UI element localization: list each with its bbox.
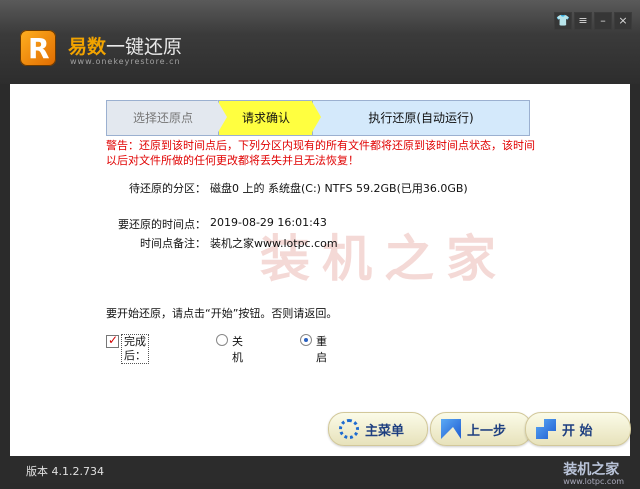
app-window: R 易数一键还原 www.onekeyrestore.cn 👕 ≡ – × 装机…	[0, 0, 640, 489]
radio-restart-label[interactable]: 重启	[316, 333, 327, 365]
minimize-icon[interactable]: –	[594, 12, 612, 30]
previous-label: 上一步	[467, 423, 507, 439]
step-arrow	[311, 100, 321, 134]
note-value: 装机之家www.lotpc.com	[210, 237, 338, 250]
menu-icon[interactable]: ≡	[574, 12, 592, 30]
main-menu-button[interactable]: 主菜单	[328, 412, 428, 446]
main-content: 装机之家 选择还原点 请求确认 执行还原(自动运行) 警告：还原到该时间点后，下…	[10, 84, 631, 456]
radio-shutdown-label[interactable]: 关机	[232, 333, 243, 365]
check-icon: ✓	[108, 333, 119, 347]
main-menu-label: 主菜单	[365, 423, 405, 439]
step-progress: 选择还原点 请求确认 执行还原(自动运行)	[106, 100, 530, 136]
warning-text: 警告：还原到该时间点后，下列分区内现有的所有文件都将还原到该时间点状态，该时间以…	[106, 139, 535, 167]
step-arrow	[217, 100, 227, 134]
app-logo: R	[20, 30, 56, 66]
title-bar: R 易数一键还原 www.onekeyrestore.cn 👕 ≡ – ×	[0, 0, 640, 84]
start-button[interactable]: 开 始	[525, 412, 631, 446]
app-title-highlight: 易数	[68, 36, 107, 58]
start-label: 开 始	[562, 423, 593, 439]
step-execute-restore: 执行还原(自动运行)	[312, 100, 530, 136]
logo-letter: R	[28, 32, 50, 65]
app-title: 易数一键还原	[68, 32, 182, 59]
completion-label[interactable]: 完成后：	[121, 334, 149, 364]
partition-value: 磁盘0 上的 系统盘(C:) NTFS 59.2GB(已用36.0GB)	[210, 182, 468, 195]
corner-watermark-text: 装机之家	[563, 462, 620, 478]
app-title-rest: 一键还原	[106, 36, 183, 58]
time-value: 2019-08-29 16:01:43	[210, 216, 327, 229]
app-url: www.onekeyrestore.cn	[70, 57, 181, 66]
partition-label: 待还原的分区：	[129, 182, 206, 195]
version-text: 版本 4.1.2.734	[26, 465, 104, 478]
radio-restart[interactable]	[300, 334, 312, 346]
back-arrow-icon	[441, 419, 461, 439]
background-watermark: 装机之家	[260, 230, 508, 288]
step-request-confirm: 请求确认	[218, 100, 314, 136]
start-prompt: 要开始还原，请点击“开始”按钮。否则请返回。	[106, 307, 338, 320]
radio-selected-dot	[304, 338, 308, 342]
completion-checkbox[interactable]: ✓	[106, 333, 119, 348]
window-controls: 👕 ≡ – ×	[554, 12, 632, 30]
time-label: 要还原的时间点：	[118, 218, 206, 231]
menu-icon	[339, 419, 359, 439]
note-label: 时间点备注：	[140, 237, 206, 250]
shirt-icon[interactable]: 👕	[554, 12, 572, 30]
step-select-restore-point: 选择还原点	[106, 100, 220, 136]
radio-shutdown[interactable]	[216, 334, 228, 346]
close-icon[interactable]: ×	[614, 12, 632, 30]
previous-button[interactable]: 上一步	[430, 412, 532, 446]
status-bar: 版本 4.1.2.734 装机之家 www.lotpc.com	[10, 456, 630, 486]
corner-watermark: 装机之家 www.lotpc.com	[563, 459, 624, 486]
corner-watermark-url: www.lotpc.com	[563, 477, 624, 486]
forward-arrow-icon	[536, 419, 556, 439]
